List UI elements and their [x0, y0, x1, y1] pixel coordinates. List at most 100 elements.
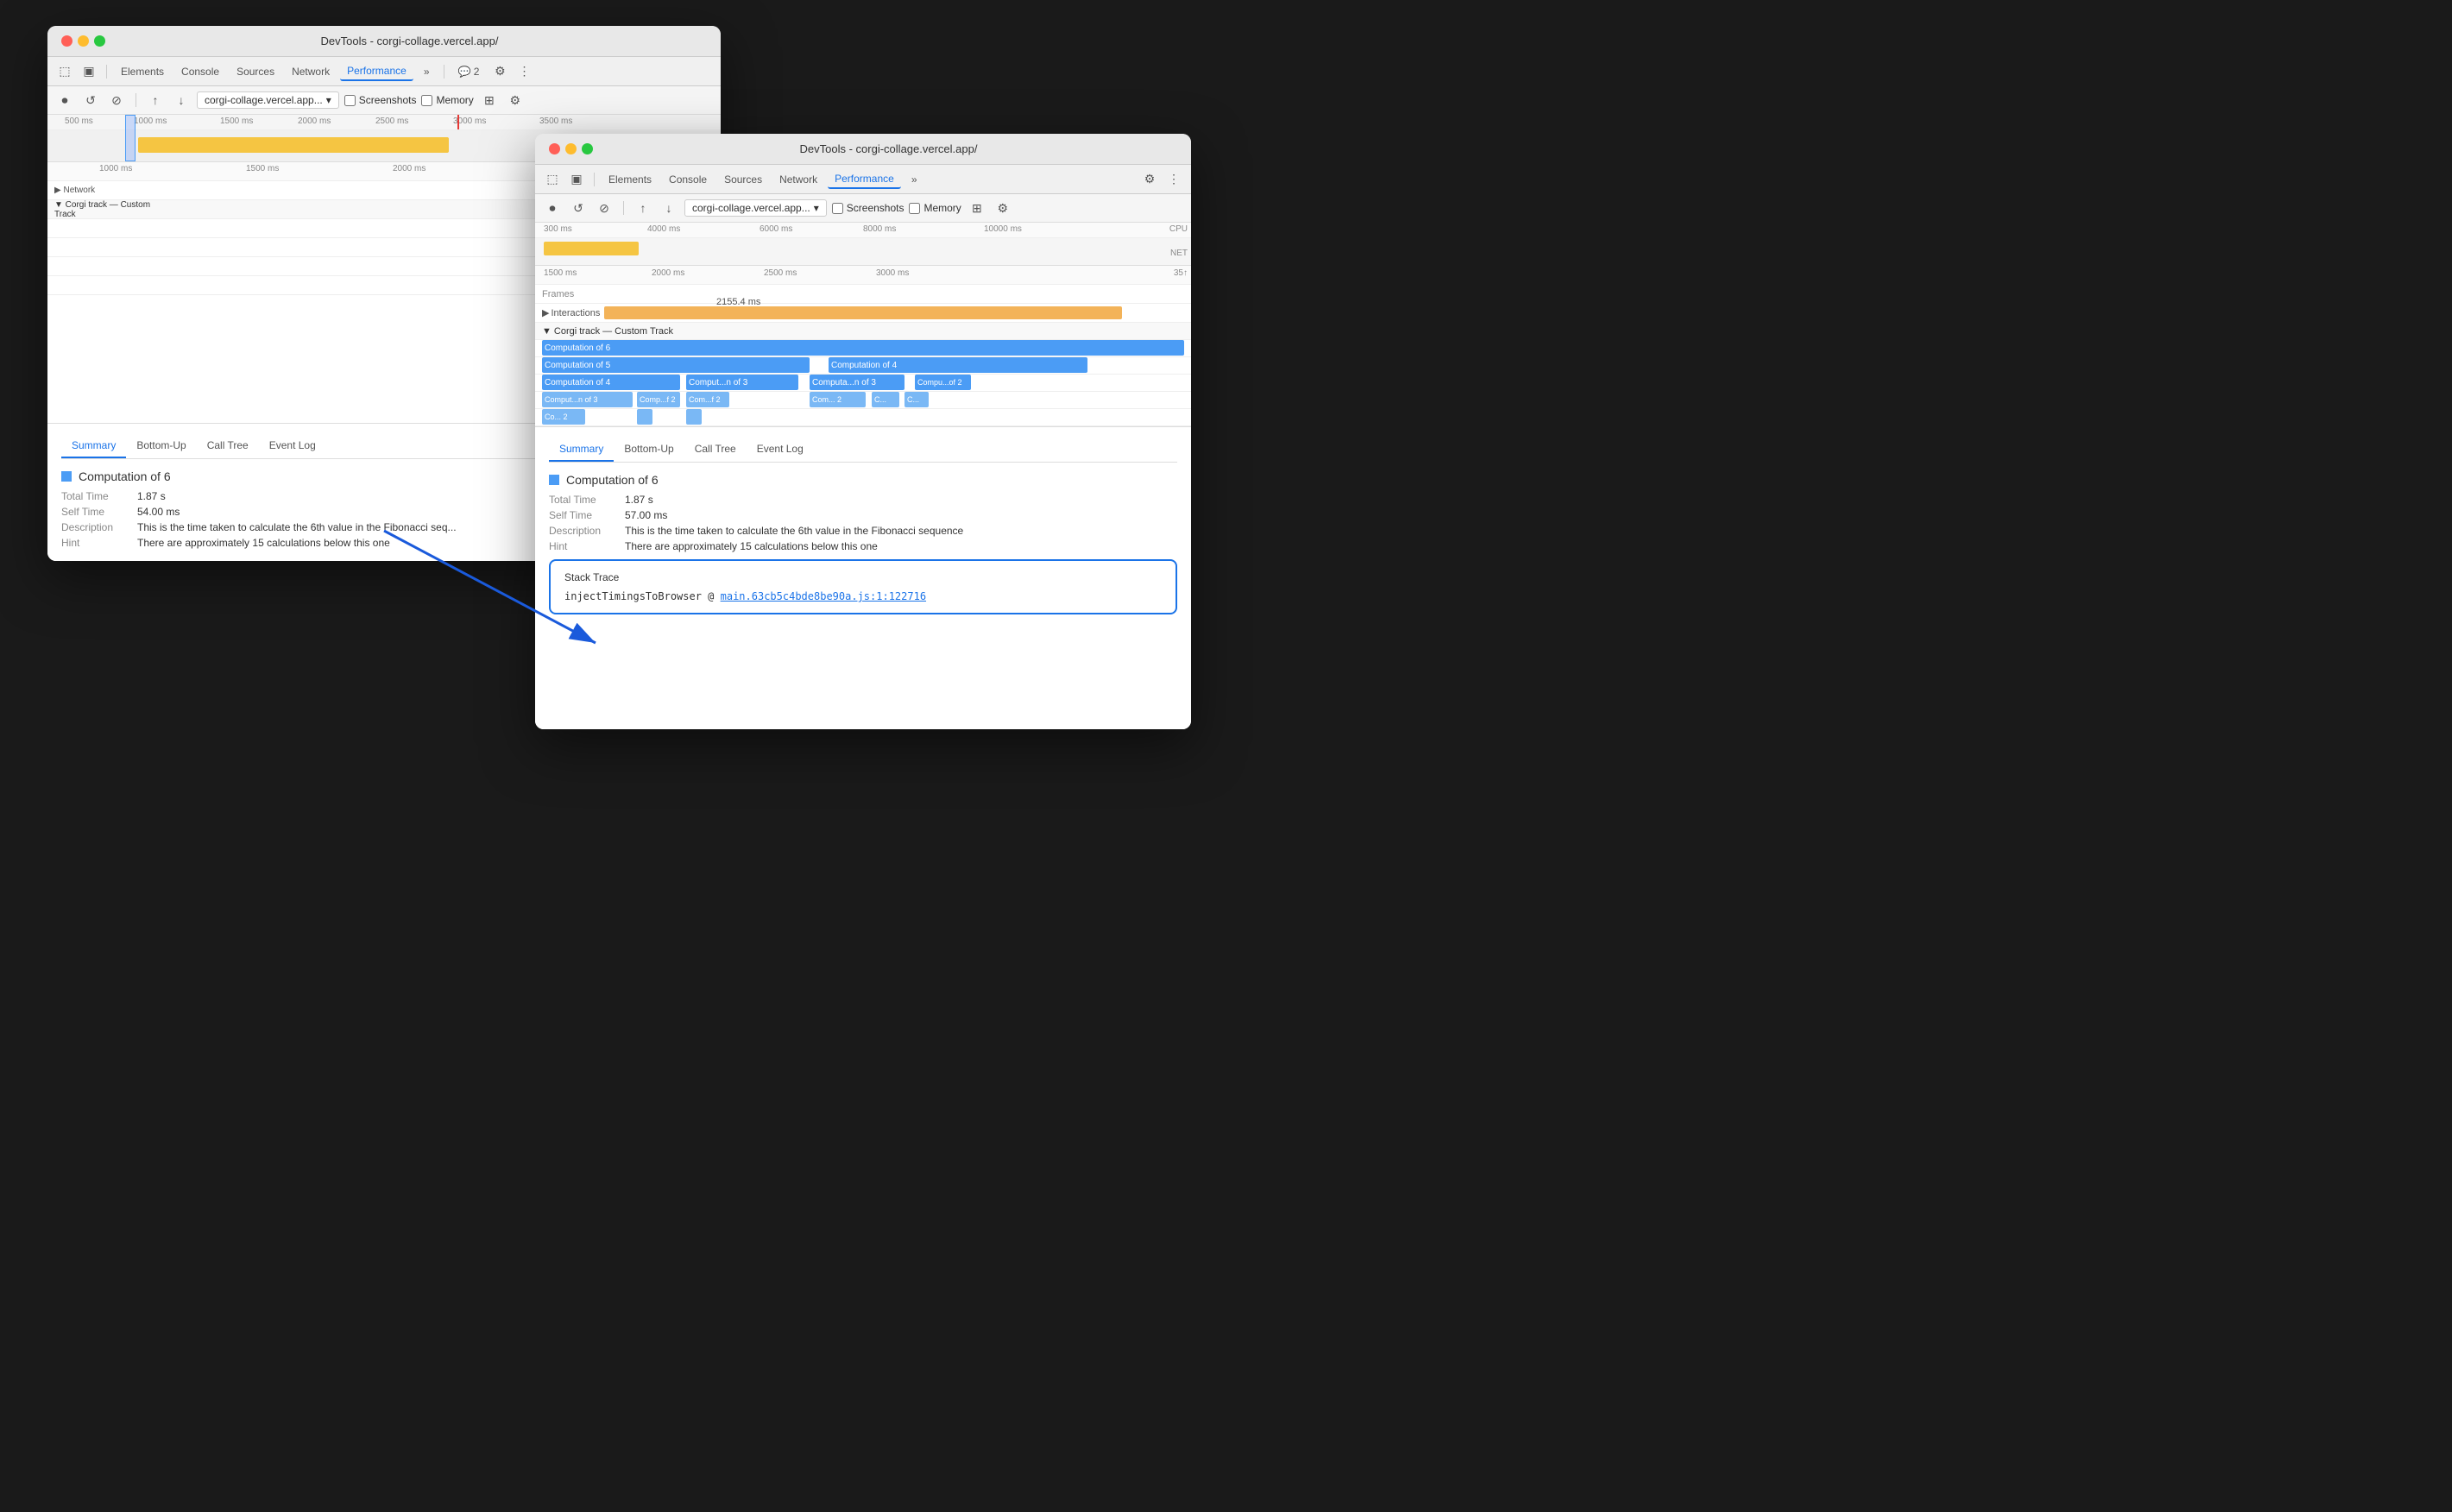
time-mark-3500: 3500 ms [539, 117, 572, 126]
cpu-overview-bar-1 [138, 137, 449, 153]
tab-sources-1[interactable]: Sources [230, 63, 281, 80]
url-bar-1[interactable]: corgi-collage.vercel.app... ▾ [197, 91, 339, 109]
network-label-1: ▶ Network [47, 186, 160, 195]
memory-checkbox-2[interactable]: Memory [909, 202, 961, 214]
url-chevron-2: ▾ [814, 202, 819, 214]
tab-calltree-2[interactable]: Call Tree [684, 438, 747, 462]
tab-calltree-1[interactable]: Call Tree [197, 434, 259, 458]
download-icon-2[interactable]: ↓ [659, 198, 679, 218]
tab-elements-2[interactable]: Elements [602, 171, 659, 188]
comp6-bar-2[interactable]: Computation of 6 [542, 340, 1184, 356]
overview-2[interactable]: 300 ms 4000 ms 6000 ms 8000 ms 10000 ms … [535, 223, 1191, 266]
screenshots-check-1[interactable] [344, 95, 356, 106]
url-bar-2[interactable]: corgi-collage.vercel.app... ▾ [684, 199, 827, 217]
more-icon-2[interactable]: ⋮ [1163, 169, 1184, 190]
traffic-lights-1 [61, 35, 105, 47]
network-throttle-icon-2[interactable]: ⊞ [967, 198, 987, 218]
c2-l3-bar-2[interactable]: C... [905, 392, 929, 407]
c1-l3-bar-2[interactable]: C... [872, 392, 899, 407]
comp4-l2-bar-2[interactable]: Computation of 4 [542, 375, 680, 390]
track-l1-2: Computation of 5 Computation of 4 [535, 357, 1191, 375]
upload-icon-1[interactable]: ↑ [145, 90, 166, 110]
com2-l3-bar-2[interactable]: Com... 2 [810, 392, 866, 407]
timeline-scrubber-1[interactable] [125, 115, 136, 161]
tab-eventlog-2[interactable]: Event Log [747, 438, 814, 462]
minimize-button-2[interactable] [565, 143, 577, 154]
clear-icon-2[interactable]: ⊘ [594, 198, 615, 218]
memory-checkbox-1[interactable]: Memory [421, 94, 473, 106]
c3-l4-bar-2[interactable] [637, 409, 652, 425]
c4-l4-bar-2[interactable] [686, 409, 702, 425]
window-title-1: DevTools - corgi-collage.vercel.app/ [112, 35, 707, 47]
tab-performance-2[interactable]: Performance [828, 170, 901, 189]
compf2-l3-bar-2[interactable]: Comp...f 2 [637, 392, 680, 407]
maximize-button-2[interactable] [582, 143, 593, 154]
tab-eventlog-1[interactable]: Event Log [259, 434, 326, 458]
memory-check-1[interactable] [421, 95, 432, 106]
tab-more-1[interactable]: » [417, 63, 437, 80]
settings-perf-icon-1[interactable]: ⚙ [505, 90, 526, 110]
corgi-chevron: ▼ [542, 326, 552, 337]
time-marker-red-1 [457, 115, 459, 129]
tab-bottomup-1[interactable]: Bottom-Up [126, 434, 196, 458]
record-icon-2[interactable]: ⏺ [542, 198, 563, 218]
comf2-l3-bar-2[interactable]: Com...f 2 [686, 392, 729, 407]
tab-performance-1[interactable]: Performance [340, 62, 413, 81]
compn3-l2-bar-2[interactable]: Comput...n of 3 [686, 375, 798, 390]
frames-row-2: Frames 2155.4 ms [535, 285, 1191, 304]
minimize-button-1[interactable] [78, 35, 89, 47]
settings-icon-2[interactable]: ⚙ [1139, 169, 1160, 190]
mark-1500: 1500 ms [544, 268, 577, 278]
reload-icon-1[interactable]: ↺ [80, 90, 101, 110]
main-mark-1000: 1000 ms [99, 164, 132, 173]
close-button-2[interactable] [549, 143, 560, 154]
upload-icon-2[interactable]: ↑ [633, 198, 653, 218]
more-icon-1[interactable]: ⋮ [514, 61, 534, 82]
interactions-chevron: ▶ [542, 307, 549, 318]
device-icon-2[interactable]: ▣ [566, 169, 587, 190]
inspect-icon[interactable]: ⬚ [54, 61, 75, 82]
tab-more-2[interactable]: » [905, 171, 924, 188]
window-title-2: DevTools - corgi-collage.vercel.app/ [600, 142, 1177, 155]
network-throttle-icon-1[interactable]: ⊞ [479, 90, 500, 110]
tab-console-1[interactable]: Console [174, 63, 226, 80]
self-time-row-2: Self Time 57.00 ms [549, 509, 1177, 521]
tab-network-2[interactable]: Network [772, 171, 824, 188]
tab-sources-2[interactable]: Sources [717, 171, 769, 188]
device-icon[interactable]: ▣ [79, 61, 99, 82]
settings-icon-1[interactable]: ⚙ [489, 61, 510, 82]
co2-l4-bar-2[interactable]: Co... 2 [542, 409, 585, 425]
close-button-1[interactable] [61, 35, 72, 47]
compuo2-l2-bar-2[interactable]: Compu...of 2 [915, 375, 971, 390]
tab-elements-1[interactable]: Elements [114, 63, 171, 80]
compn3-l3-bar-2[interactable]: Comput...n of 3 [542, 392, 633, 407]
devtools-body-2: ⏺ ↺ ⊘ ↑ ↓ corgi-collage.vercel.app... ▾ … [535, 194, 1191, 729]
clear-icon-1[interactable]: ⊘ [106, 90, 127, 110]
corgi-label-2: ▼ Corgi track — Custom Track [535, 326, 680, 337]
stack-trace-link[interactable]: main.63cb5c4bde8be90a.js:1:122716 [721, 590, 926, 602]
corgi-label-1: ▼ Corgi track — Custom Track [47, 200, 160, 219]
tab-summary-1[interactable]: Summary [61, 434, 126, 458]
tab-console-2[interactable]: Console [662, 171, 714, 188]
time-mark-2500: 2500 ms [375, 117, 408, 126]
comp4-l1-bar-2[interactable]: Computation of 4 [829, 357, 1087, 373]
tab-summary-2[interactable]: Summary [549, 438, 614, 462]
tab-network-1[interactable]: Network [285, 63, 337, 80]
reload-icon-2[interactable]: ↺ [568, 198, 589, 218]
screenshots-checkbox-1[interactable]: Screenshots [344, 94, 417, 106]
compan3-l2-bar-2[interactable]: Computa...n of 3 [810, 375, 905, 390]
tab-issues-1[interactable]: 💬 2 [451, 63, 487, 80]
screenshots-check-2[interactable] [832, 203, 843, 214]
record-icon-1[interactable]: ⏺ [54, 90, 75, 110]
download-icon-1[interactable]: ↓ [171, 90, 192, 110]
frames-label-2: Frames [535, 289, 604, 299]
maximize-button-1[interactable] [94, 35, 105, 47]
ov-mark-4000: 4000 ms [647, 224, 680, 234]
comp5-bar-2[interactable]: Computation of 5 [542, 357, 810, 373]
inspect-icon-2[interactable]: ⬚ [542, 169, 563, 190]
memory-check-2[interactable] [909, 203, 920, 214]
settings-perf-icon-2[interactable]: ⚙ [993, 198, 1013, 218]
tab-bottomup-2[interactable]: Bottom-Up [614, 438, 684, 462]
screenshots-checkbox-2[interactable]: Screenshots [832, 202, 905, 214]
ov-mark-6000: 6000 ms [760, 224, 792, 234]
